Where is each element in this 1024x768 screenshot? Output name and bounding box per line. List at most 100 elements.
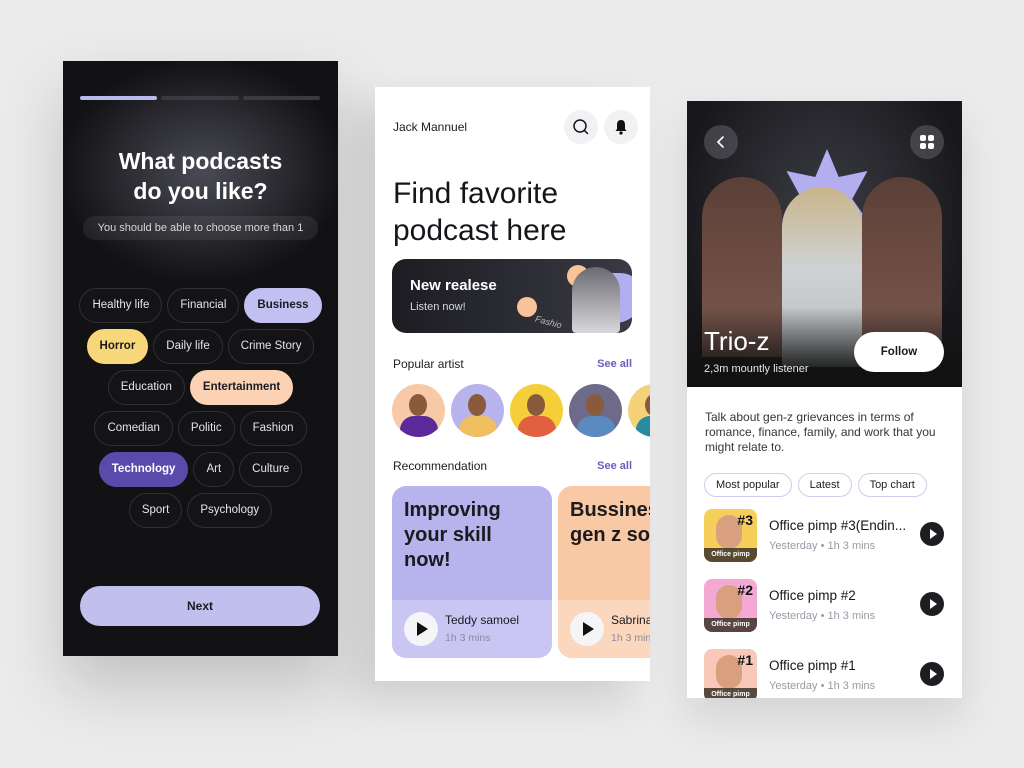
progress-step-2 (161, 96, 239, 100)
episode-filter-tabs: Most popular Latest Top chart (704, 473, 927, 497)
artist-list (392, 384, 650, 437)
notifications-button[interactable] (604, 110, 638, 144)
artist-screen: Trio-z 2,3m mountly listener Follow Talk… (687, 101, 962, 698)
episode-item[interactable]: #2 Office pimp Office pimp #2 Yesterday •… (704, 579, 944, 649)
play-icon (929, 529, 937, 539)
play-button[interactable] (920, 592, 944, 616)
chip-fashion[interactable]: Fashion (239, 411, 307, 446)
popular-artist-header: Popular artist See all (393, 357, 632, 371)
episode-title: Office pimp #1 (769, 658, 856, 673)
episode-list: #3 Office pimp Office pimp #3(Endin... Ye… (704, 509, 944, 698)
play-button[interactable] (404, 612, 438, 646)
chip-financial[interactable]: Financial (167, 288, 240, 323)
grid-icon (920, 135, 934, 149)
chip-technology[interactable]: Technology (98, 452, 189, 487)
chip-politic[interactable]: Politic (177, 411, 235, 446)
see-all-recommendations-link[interactable]: See all (597, 460, 632, 472)
back-button[interactable] (704, 125, 738, 159)
card-title: Improving your skill now! (404, 499, 501, 571)
play-button[interactable] (570, 612, 604, 646)
chip-healthy-life[interactable]: Healthy life (79, 288, 163, 323)
play-button[interactable] (920, 522, 944, 546)
play-icon (929, 669, 937, 679)
banner-title: New realese (410, 277, 497, 294)
banner-tag: Fashio (534, 313, 563, 331)
episode-item[interactable]: #3 Office pimp Office pimp #3(Endin... Ye… (704, 509, 944, 579)
home-screen: Jack Mannuel Find favorite podcast here … (375, 87, 650, 681)
play-button[interactable] (920, 662, 944, 686)
chip-education[interactable]: Education (107, 370, 185, 405)
artist-avatar[interactable] (628, 384, 650, 437)
host-name: Teddy samoel (445, 613, 520, 627)
section-title: Popular artist (393, 357, 464, 371)
episode-meta: Yesterday • 1h 3 mins (769, 540, 876, 552)
section-title: Recommendation (393, 459, 488, 473)
recommendation-card[interactable]: Improving your skill now! Teddy samoel 1… (392, 486, 552, 658)
episode-meta: Yesterday • 1h 3 mins (769, 610, 876, 622)
episode-badge: #3 (737, 512, 753, 528)
episode-title: Office pimp #2 (769, 588, 856, 603)
headline-line-1: Find favorite (393, 177, 559, 210)
artist-avatar[interactable] (451, 384, 504, 437)
listener-count: 2,3m mountly listener (704, 363, 809, 375)
episode-meta: Yesterday • 1h 3 mins (769, 680, 876, 692)
decorative-circle (517, 297, 537, 317)
artist-avatar[interactable] (569, 384, 622, 437)
episode-badge: #1 (737, 652, 753, 668)
follow-button[interactable]: Follow (854, 332, 944, 372)
artist-hero: Trio-z 2,3m mountly listener Follow (687, 101, 962, 387)
chip-business[interactable]: Business (244, 288, 322, 323)
tab-most-popular[interactable]: Most popular (704, 473, 792, 497)
artist-avatar[interactable] (392, 384, 445, 437)
chip-sport[interactable]: Sport (128, 493, 183, 528)
onboarding-hint: You should be able to choose more than 1 (83, 216, 318, 240)
thumbnail-label: Office pimp (704, 618, 757, 632)
episode-thumbnail: #1 Office pimp (704, 649, 757, 698)
chip-daily-life[interactable]: Daily life (153, 329, 223, 364)
chip-entertainment[interactable]: Entertainment (189, 370, 294, 405)
duration: 1h 3 mins (611, 632, 650, 644)
artist-description: Talk about gen-z grievances in terms of … (705, 410, 936, 454)
onboarding-title: What podcasts do you like? (118, 148, 283, 204)
recommendation-list: Improving your skill now! Teddy samoel 1… (392, 486, 650, 658)
card-footer: Sabrina 1h 3 mins (558, 600, 650, 658)
thumbnail-label: Office pimp (704, 548, 757, 562)
artist-avatar[interactable] (510, 384, 563, 437)
recommendation-header: Recommendation See all (393, 459, 632, 473)
search-button[interactable] (564, 110, 598, 144)
home-header: Jack Mannuel (393, 109, 638, 145)
card-footer: Teddy samoel 1h 3 mins (392, 600, 552, 658)
artist-name: Trio-z (704, 326, 770, 356)
see-all-artists-link[interactable]: See all (597, 358, 632, 370)
episode-title: Office pimp #3(Endin... (769, 518, 907, 533)
tab-top-chart[interactable]: Top chart (857, 473, 927, 497)
thumbnail-label: Office pimp (704, 688, 757, 698)
card-title: Bussiness for gen z solution (570, 499, 650, 546)
episode-badge: #2 (737, 582, 753, 598)
menu-button[interactable] (910, 125, 944, 159)
progress-indicator (80, 96, 320, 100)
chip-art[interactable]: Art (193, 452, 235, 487)
chip-psychology[interactable]: Psychology (187, 493, 273, 528)
headline-line-2: podcast here (393, 214, 567, 247)
chip-horror[interactable]: Horror (86, 329, 149, 364)
new-release-banner[interactable]: Fashio New realese Listen now! (392, 259, 632, 333)
episode-item[interactable]: #1 Office pimp Office pimp #1 Yesterday •… (704, 649, 944, 698)
category-chips: Healthy life Financial Business Horror D… (77, 288, 324, 528)
search-icon (573, 119, 589, 135)
progress-step-3 (242, 96, 320, 100)
duration: 1h 3 mins (445, 632, 491, 644)
episode-thumbnail: #3 Office pimp (704, 509, 757, 562)
banner-artist-image (572, 267, 620, 333)
chip-comedian[interactable]: Comedian (94, 411, 173, 446)
play-icon (417, 622, 428, 636)
bell-icon (615, 120, 627, 135)
user-name: Jack Mannuel (393, 120, 468, 134)
chip-crime-story[interactable]: Crime Story (227, 329, 315, 364)
chip-culture[interactable]: Culture (239, 452, 303, 487)
progress-step-1 (80, 96, 158, 100)
next-button[interactable]: Next (80, 586, 320, 626)
tab-latest[interactable]: Latest (797, 473, 852, 497)
play-icon (583, 622, 594, 636)
recommendation-card[interactable]: Bussiness for gen z solution Sabrina 1h … (558, 486, 650, 658)
